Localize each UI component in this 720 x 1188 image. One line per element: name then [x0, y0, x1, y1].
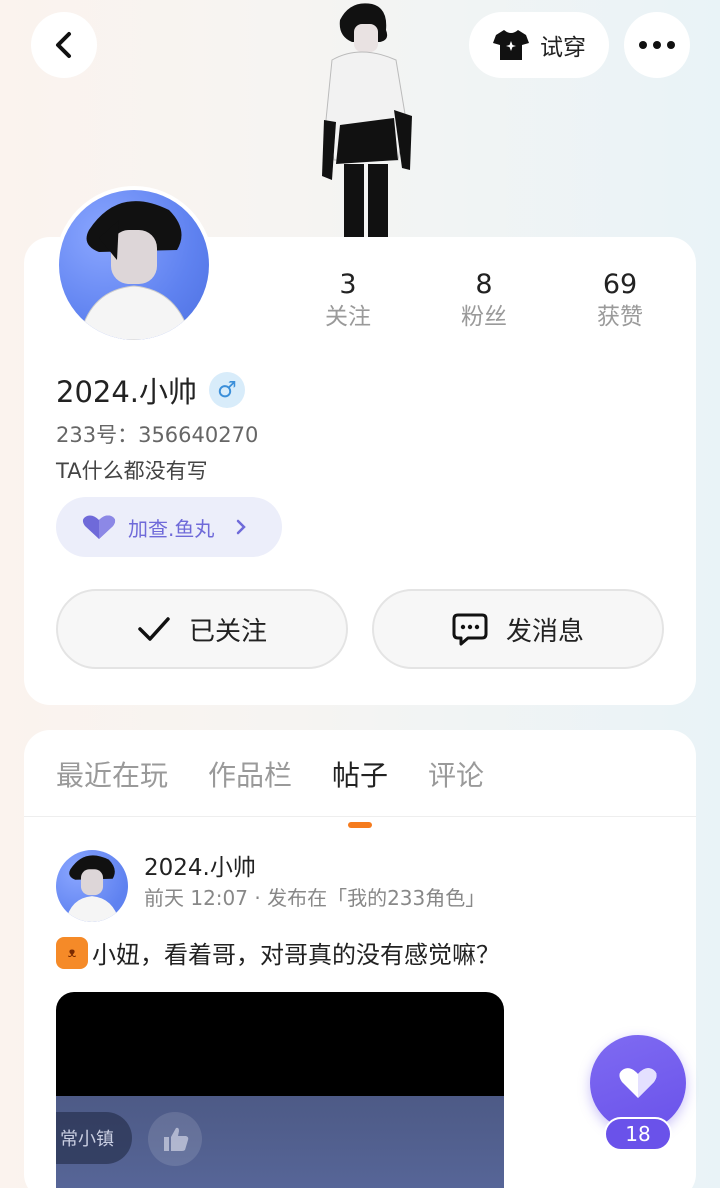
tab-comments[interactable]: 评论	[428, 754, 484, 794]
stat-likes-label: 获赞	[597, 304, 643, 330]
message-label: 发消息	[505, 616, 584, 647]
chevron-right-icon	[237, 519, 247, 535]
male-icon: ♂	[209, 372, 246, 408]
avatar-portrait	[78, 201, 192, 340]
username: 2024.小帅	[56, 375, 198, 409]
stats-row: 3 关注 8 粉丝 69 获赞	[280, 267, 688, 331]
post-meta: 前天 12:07 · 发布在「我的233角色」	[144, 886, 486, 910]
stat-following-label: 关注	[325, 304, 371, 330]
check-icon	[138, 617, 170, 641]
tab-active-indicator	[348, 822, 373, 828]
user-id: 233号：356640270	[56, 423, 259, 447]
post-text-content: 小妞，看着哥，对哥真的没有感觉嘛？	[92, 941, 500, 969]
devil-emoji-icon: ᴥ	[56, 936, 88, 969]
stat-likes-count: 69	[602, 269, 638, 300]
post-author-name[interactable]: 2024.小帅	[144, 848, 256, 882]
tab-divider	[24, 816, 696, 817]
post-author-avatar[interactable]	[56, 850, 128, 922]
shirt-icon	[493, 30, 529, 60]
stat-fans[interactable]: 8 粉丝	[416, 267, 552, 331]
tab-posts[interactable]: 帖子	[332, 754, 389, 828]
group-label: 加查.鱼丸	[128, 516, 215, 541]
media-thumbs-up-icon	[148, 1112, 202, 1166]
heart-icon	[82, 515, 116, 539]
tab-works[interactable]: 作品栏	[208, 754, 292, 794]
avatar-3d-figure	[322, 3, 412, 240]
avatar[interactable]	[55, 186, 213, 344]
try-on-label: 试穿	[540, 35, 586, 61]
bio: TA什么都没有写	[56, 459, 208, 483]
media-label: 常小镇	[56, 1112, 132, 1164]
tab-recently-played[interactable]: 最近在玩	[56, 754, 168, 794]
chat-bubble-icon	[452, 613, 488, 646]
group-pill[interactable]: 加查.鱼丸	[56, 497, 282, 557]
follow-label: 已关注	[188, 616, 267, 647]
tab-posts-label: 帖子	[332, 759, 389, 792]
stat-likes[interactable]: 69 获赞	[552, 267, 688, 331]
posts-card: 最近在玩 作品栏 帖子 评论 2024.小帅 前天 12:07 · 发布在「我的…	[24, 730, 696, 1188]
post-text[interactable]: ᴥ 小妞，看着哥，对哥真的没有感觉嘛？	[56, 935, 500, 970]
stat-following[interactable]: 3 关注	[280, 267, 416, 331]
stat-fans-count: 8	[475, 269, 493, 300]
chevron-left-icon	[56, 32, 71, 58]
try-on-button[interactable]: 试穿	[469, 12, 609, 78]
like-count-badge: 18	[604, 1117, 672, 1151]
stat-following-count: 3	[339, 269, 357, 300]
follow-button[interactable]: 已关注	[56, 589, 348, 669]
post-avatar-portrait	[65, 855, 120, 922]
more-options-button[interactable]	[624, 12, 690, 78]
message-button[interactable]: 发消息	[372, 589, 664, 669]
tab-bar: 最近在玩 作品栏 帖子 评论	[56, 754, 484, 828]
stat-fans-label: 粉丝	[461, 304, 507, 330]
more-dots-icon	[639, 41, 675, 49]
post-media[interactable]: 常小镇	[56, 992, 504, 1188]
back-button[interactable]	[31, 12, 97, 78]
heart-icon	[619, 1068, 657, 1098]
username-row: 2024.小帅 ♂	[56, 369, 246, 411]
